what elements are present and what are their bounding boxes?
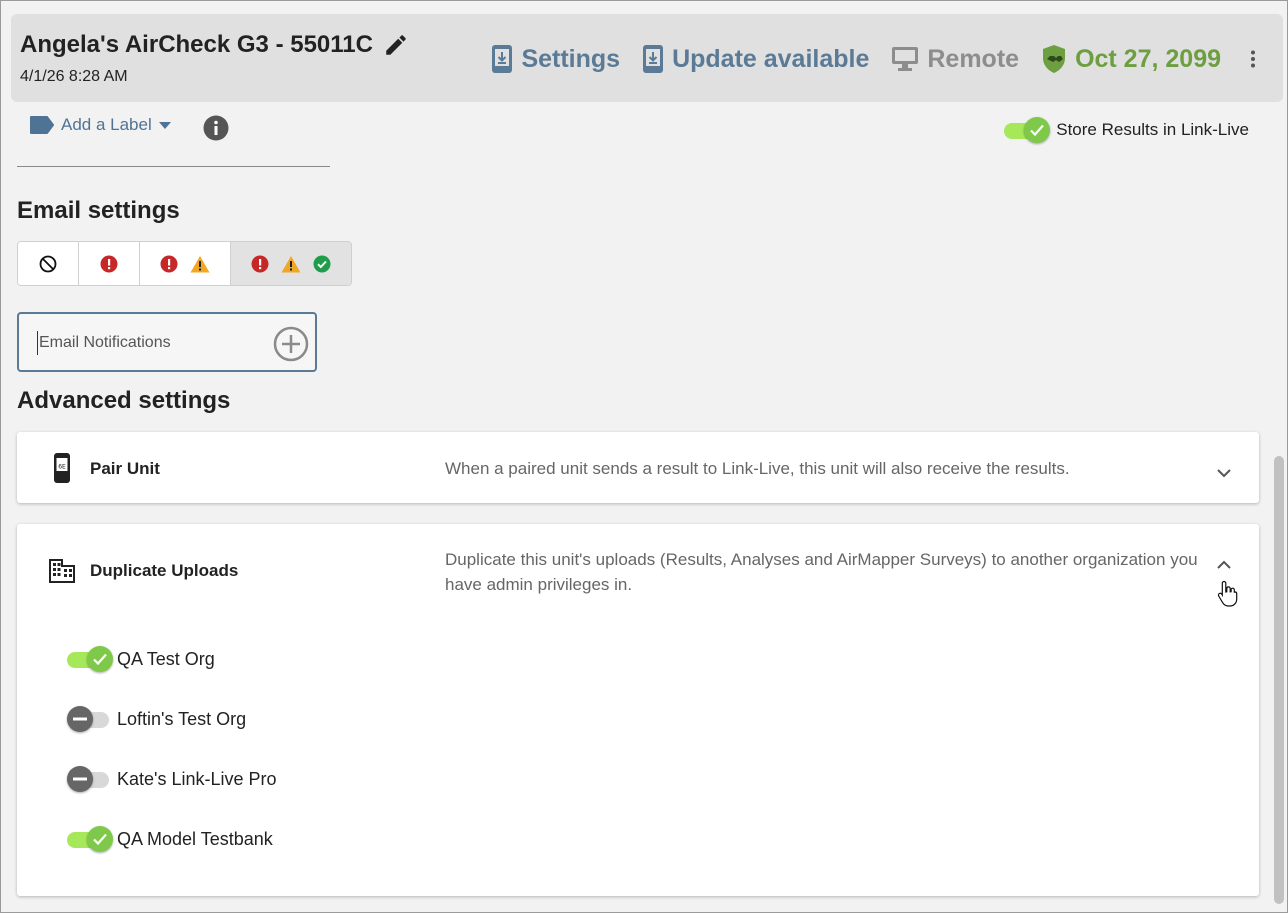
pair-unit-card[interactable]: 6E Pair Unit When a paired unit sends a … [17,432,1259,503]
check-circle-icon [313,255,331,272]
org-toggle-qa-test-org[interactable] [67,646,113,672]
minus-icon [73,717,87,721]
warning-icon [190,255,210,272]
info-icon[interactable] [203,115,229,141]
download-device-icon [492,45,513,73]
more-vertical-icon[interactable] [1241,47,1265,71]
caret-down-icon [158,122,171,129]
update-label: Update available [672,44,870,73]
error-icon [160,255,178,272]
building-icon [49,559,75,583]
label-tag-icon [30,116,54,134]
label-divider [17,166,330,167]
org-toggle-row: QA Model Testbank [67,826,273,852]
pair-unit-title: Pair Unit [90,459,160,478]
shield-handshake-icon [1043,45,1066,73]
org-name: QA Model Testbank [117,828,273,849]
check-icon [93,833,107,846]
org-toggle-kates-link-live-pro[interactable] [67,766,113,792]
minus-icon [73,777,87,781]
device-header: Angela's AirCheck G3 - 55011C 4/1/26 8:2… [11,14,1283,102]
handheld-device-icon: 6E [54,453,70,483]
org-toggle-row: Kate's Link-Live Pro [67,766,277,792]
check-icon [93,653,107,666]
monitor-icon [892,47,919,71]
download-device-icon [643,45,664,73]
settings-label: Settings [521,44,621,73]
org-toggle-loftins-test-org[interactable] [67,706,113,732]
store-results-label: Store Results in Link-Live [1056,120,1249,139]
header-actions: Settings Update available Remote Oct 27,… [491,42,1283,76]
device-timestamp: 4/1/26 8:28 AM [20,68,128,85]
org-toggle-qa-model-testbank[interactable] [67,826,113,852]
duplicate-uploads-card: Duplicate Uploads Duplicate this unit's … [17,524,1259,896]
email-level-errors-warnings[interactable] [140,242,231,285]
scrollbar-thumb[interactable] [1274,456,1284,904]
email-notifications-input[interactable] [37,331,267,355]
update-available-button[interactable]: Update available [642,44,869,74]
settings-button[interactable]: Settings [491,44,620,74]
email-level-all[interactable] [231,242,351,285]
pencil-icon[interactable] [383,32,409,58]
org-name: QA Test Org [117,648,215,669]
duplicate-uploads-description: Duplicate this unit's uploads (Results, … [445,550,1198,594]
org-toggle-row: Loftin's Test Org [67,706,246,732]
advanced-settings-title: Advanced settings [17,387,231,414]
remote-label: Remote [927,44,1020,73]
org-name: Loftin's Test Org [117,708,247,729]
vertical-scrollbar[interactable] [1271,1,1287,912]
expiry-date: Oct 27, 2099 [1075,44,1221,73]
subscription-expiry: Oct 27, 2099 [1041,44,1221,74]
warning-icon [281,255,301,272]
org-toggle-row: QA Test Org [67,646,215,672]
device-title-row: Angela's AirCheck G3 - 55011C [20,31,409,59]
pair-unit-description: When a paired unit sends a result to Lin… [445,459,1070,478]
store-results-toggle[interactable] [1004,117,1051,143]
error-icon [251,255,269,272]
device-name: Angela's AirCheck G3 - 55011C [20,31,373,58]
remote-button[interactable]: Remote [891,45,1019,74]
email-notifications-field [17,312,317,372]
svg-text:6E: 6E [58,464,66,471]
add-circle-icon[interactable] [273,326,309,362]
block-icon [39,255,57,272]
email-level-none[interactable] [18,242,79,285]
add-label-button[interactable]: Add a Label [29,115,172,135]
chevron-down-icon[interactable] [1215,464,1233,482]
check-icon [1030,124,1045,137]
hand-pointer-cursor-icon [1217,580,1238,607]
label-row: Add a Label [29,115,172,135]
email-level-selector [17,241,352,286]
chevron-up-icon[interactable] [1215,556,1233,574]
error-icon [100,255,118,272]
add-label-text: Add a Label [61,115,152,134]
duplicate-uploads-title: Duplicate Uploads [90,561,239,580]
email-settings-title: Email settings [17,197,180,224]
org-name: Kate's Link-Live Pro [117,768,277,789]
email-level-errors[interactable] [79,242,140,285]
store-results-toggle-row: Store Results in Link-Live [1004,117,1249,143]
